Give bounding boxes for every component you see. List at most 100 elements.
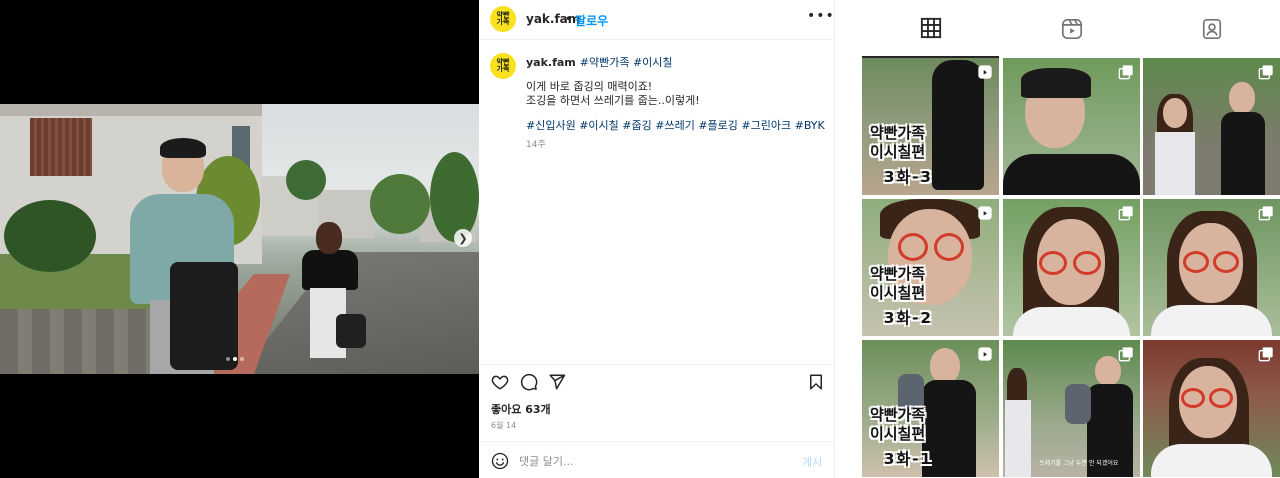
caption-timestamp[interactable]: 14주 xyxy=(526,137,546,150)
tile-episode: 3화-2 xyxy=(884,309,933,327)
grid-post[interactable] xyxy=(1143,58,1280,195)
tile-title: 약빤가족 이시칠편 xyxy=(870,406,925,444)
tile-glasses xyxy=(898,233,928,261)
hashtag-link[interactable]: #이시칠 xyxy=(579,119,619,132)
reels-icon xyxy=(978,347,992,361)
carousel-dot xyxy=(240,357,244,361)
tile-title-line: 이시칠편 xyxy=(870,425,926,443)
hashtag-link[interactable]: #약빤가족 xyxy=(580,56,630,69)
avatar[interactable]: 약빤 가족 xyxy=(490,6,516,32)
comment-icon[interactable] xyxy=(520,373,538,391)
hashtag-link[interactable]: #신입사원 xyxy=(526,119,576,132)
tile-glasses xyxy=(1073,251,1101,275)
tile-episode: 3화-1 xyxy=(884,450,933,468)
tile-person xyxy=(1005,400,1031,477)
grid-post[interactable] xyxy=(1143,199,1280,336)
smiley-icon[interactable] xyxy=(491,452,509,470)
carousel-dot-active xyxy=(233,357,237,361)
caption-hashtags: #신입사원 #이시칠 #줍깅 #쓰레기 #플로깅 #그린아크 #BYK xyxy=(526,117,825,133)
tile-title-line: 약빤가족 xyxy=(870,265,926,283)
tile-face xyxy=(1229,82,1255,114)
caption-username[interactable]: yak.fam xyxy=(526,56,576,69)
tile-trash-bag xyxy=(1065,384,1091,424)
tile-glasses xyxy=(1183,251,1209,273)
tile-face xyxy=(930,348,960,384)
grid-post[interactable] xyxy=(1003,199,1140,336)
building-roof xyxy=(0,104,262,116)
tile-glasses xyxy=(1181,388,1205,408)
carousel-icon xyxy=(1118,65,1133,80)
post-date: 6월 14 xyxy=(491,421,517,430)
caption-avatar[interactable]: 약빤 가족 xyxy=(490,53,516,79)
grid-post-reel[interactable]: 약빤가족 이시칠편 3화-3 xyxy=(862,58,999,195)
tile-shirt xyxy=(1013,307,1130,336)
tile-subtitle: 쓰레기를 그냥 두면 안 되겠어요 xyxy=(1039,460,1119,467)
hashtag-link[interactable]: #줍깅 xyxy=(622,119,651,132)
reels-icon xyxy=(978,65,992,79)
avatar-logo-text: 약빤 가족 xyxy=(496,58,510,73)
bookmark-icon[interactable] xyxy=(807,373,825,391)
grid-icon xyxy=(920,17,941,39)
carousel-icon xyxy=(1118,206,1133,221)
reels-icon xyxy=(978,206,992,220)
caption-first-line: yak.fam #약빤가족 #이시칠 xyxy=(526,54,673,70)
man-hair xyxy=(160,138,206,158)
post-header: 약빤 가족 yak.fam • 팔로우 ••• xyxy=(479,0,835,40)
hashtag-link[interactable]: #이시칠 xyxy=(633,56,673,69)
heart-icon[interactable] xyxy=(491,373,509,391)
photo-tree xyxy=(370,174,430,234)
tile-hair xyxy=(1021,68,1091,98)
tile-glasses xyxy=(1213,251,1239,273)
grid-post-reel[interactable]: 약빤가족 이시칠편 3화-1 xyxy=(862,340,999,477)
tile-title: 약빤가족 이시칠편 xyxy=(870,265,925,303)
carousel-icon xyxy=(1258,206,1273,221)
chevron-right-icon[interactable]: ❯ xyxy=(454,229,472,247)
tile-person xyxy=(1221,112,1265,195)
comment-input[interactable] xyxy=(519,451,789,471)
profile-tabs xyxy=(862,0,1280,58)
tile-shirt xyxy=(1151,444,1272,477)
likes-count[interactable]: 좋아요 63개 xyxy=(491,401,551,417)
avatar-logo-text: 약빤 가족 xyxy=(496,11,510,26)
post-comment-button[interactable]: 게시 xyxy=(802,454,822,470)
tile-title-line: 이시칠편 xyxy=(870,284,926,302)
grid-post[interactable] xyxy=(1143,340,1280,477)
posts-grid: 약빤가족 이시칠편 3화-3 약빤가족 이시칠편 3화-2 약빤가족 이시칠편 … xyxy=(862,58,1280,478)
follow-button[interactable]: 팔로우 xyxy=(575,12,608,29)
tagged-user-icon xyxy=(1202,19,1221,39)
tile-title-line: 약빤가족 xyxy=(870,124,926,142)
tab-reels[interactable] xyxy=(1003,0,1140,58)
post-actions xyxy=(479,364,835,398)
grid-post-reel[interactable]: 약빤가족 이시칠편 3화-2 xyxy=(862,199,999,336)
carousel-dot xyxy=(226,357,230,361)
caption-body: 이게 바로 줍깅의 매력이죠! 조깅을 하면서 쓰레기를 줍는..이렇게! xyxy=(526,80,700,108)
tab-tagged[interactable] xyxy=(1143,0,1280,58)
tile-face xyxy=(1163,98,1187,128)
post-media-panel: ❯ xyxy=(0,0,479,478)
send-icon[interactable] xyxy=(548,373,566,391)
tile-glasses xyxy=(934,233,964,261)
grid-post[interactable]: 쓰레기를 그냥 두면 안 되겠어요 xyxy=(1003,340,1140,477)
woman-trash-bag xyxy=(336,314,366,348)
reels-icon xyxy=(1061,19,1082,39)
photo-man xyxy=(120,138,250,374)
grid-post[interactable] xyxy=(1003,58,1140,195)
tile-title-line: 약빤가족 xyxy=(870,406,926,424)
post-photo[interactable] xyxy=(0,104,479,374)
hashtag-link[interactable]: #쓰레기 xyxy=(655,119,695,132)
post-username[interactable]: yak.fam xyxy=(526,12,580,26)
profile-grid-panel: 약빤가족 이시칠편 3화-3 약빤가족 이시칠편 3화-2 약빤가족 이시칠편 … xyxy=(862,0,1280,478)
hashtag-link[interactable]: #플로깅 xyxy=(698,119,738,132)
more-options-icon[interactable]: ••• xyxy=(807,8,835,24)
carousel-icon xyxy=(1118,347,1133,362)
hashtag-link[interactable]: #그린아크 xyxy=(741,119,791,132)
caption-text-line: 이게 바로 줍깅의 매력이죠! xyxy=(526,80,653,93)
carousel-icon xyxy=(1258,347,1273,362)
tab-posts[interactable] xyxy=(862,0,999,58)
photo-tree xyxy=(430,152,479,242)
tile-person xyxy=(1155,132,1195,195)
hashtag-link[interactable]: #BYK xyxy=(795,119,825,132)
tile-shirt xyxy=(1003,154,1140,195)
photo-tree xyxy=(286,160,326,200)
separator-dot: • xyxy=(565,12,573,26)
